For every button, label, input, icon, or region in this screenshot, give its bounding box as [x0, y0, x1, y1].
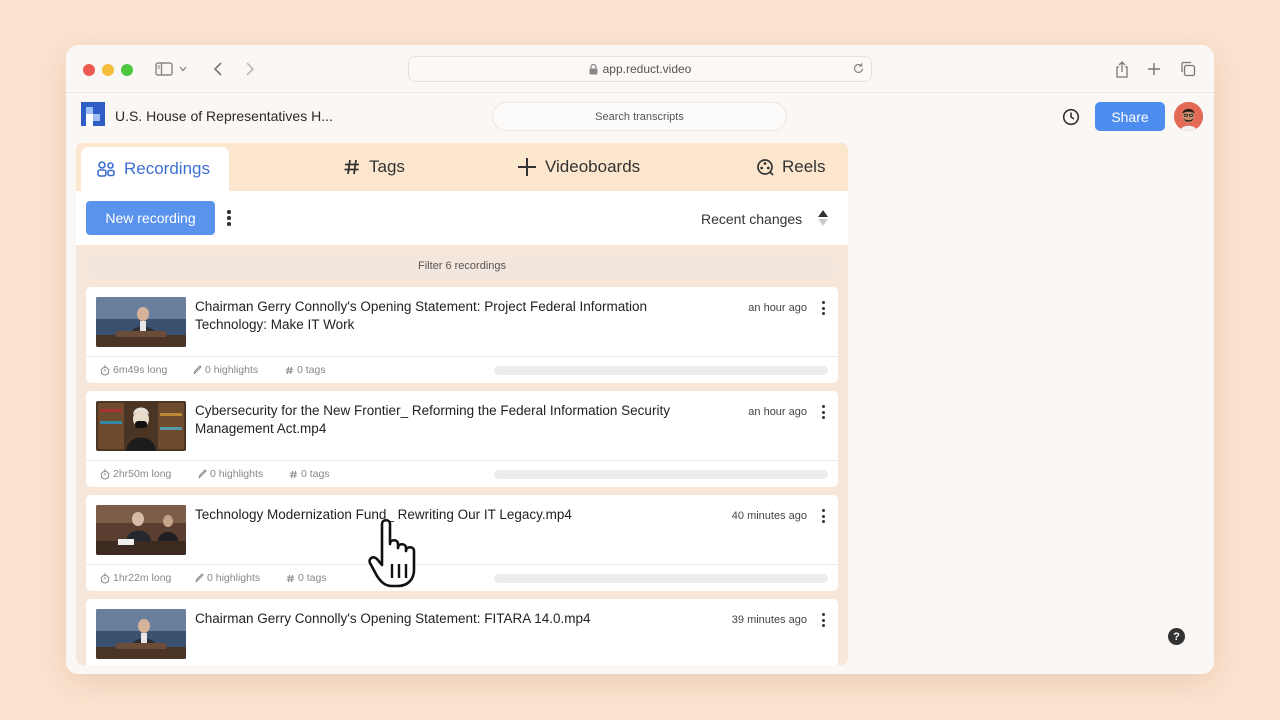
highlights-text: 0 highlights: [205, 364, 259, 376]
duration-meta: 6m49s long: [100, 364, 167, 376]
minimize-window-button[interactable]: [102, 64, 114, 76]
sort-label[interactable]: Recent changes: [701, 211, 802, 227]
tab-label: Videoboards: [545, 157, 641, 176]
recording-more-icon[interactable]: [818, 508, 828, 524]
tab-videoboards[interactable]: Videoboards: [517, 143, 640, 191]
filter-input[interactable]: Filter 6 recordings: [86, 252, 838, 280]
timer-icon: [100, 365, 110, 376]
tags-text: 0 tags: [301, 468, 330, 480]
share-page-icon[interactable]: [1110, 58, 1134, 80]
recording-title[interactable]: Chairman Gerry Connolly's Opening Statem…: [195, 298, 715, 334]
tags-meta: 0 tags: [289, 468, 330, 480]
url-text: app.reduct.video: [602, 62, 692, 76]
close-window-button[interactable]: [83, 64, 95, 76]
highlighter-icon: [194, 573, 204, 583]
people-icon: [96, 160, 116, 178]
back-arrow-icon[interactable]: [206, 58, 230, 80]
tab-reels[interactable]: Reels: [756, 143, 825, 191]
highlights-text: 0 highlights: [207, 572, 261, 584]
recording-more-icon[interactable]: [818, 612, 828, 628]
address-bar[interactable]: app.reduct.video: [408, 56, 872, 82]
tab-label: Recordings: [124, 159, 210, 178]
tags-text: 0 tags: [298, 572, 327, 584]
recording-card[interactable]: Chairman Gerry Connolly's Opening Statem…: [86, 599, 838, 665]
app-header: U.S. House of Representatives H... Searc…: [66, 93, 1214, 139]
reload-icon[interactable]: [852, 62, 865, 75]
highlights-meta: 0 highlights: [194, 572, 260, 584]
lock-icon: [589, 63, 598, 75]
duration-meta: 2hr50m long: [100, 468, 171, 480]
recording-time: an hour ago: [748, 406, 807, 418]
more-options-icon[interactable]: [222, 208, 236, 228]
recording-card[interactable]: Chairman Gerry Connolly's Opening Statem…: [86, 287, 838, 383]
recording-more-icon[interactable]: [818, 300, 828, 316]
recording-thumbnail[interactable]: [96, 297, 186, 347]
highlights-meta: 0 highlights: [192, 364, 258, 376]
sort-arrows-icon[interactable]: [817, 208, 829, 228]
hand-cursor-icon: [368, 518, 434, 590]
search-transcripts-input[interactable]: Search transcripts: [492, 102, 787, 131]
recording-time: an hour ago: [748, 302, 807, 314]
recording-thumbnail[interactable]: [96, 609, 186, 659]
recording-thumbnail[interactable]: [96, 505, 186, 555]
recording-card[interactable]: Technology Modernization Fund_ Rewriting…: [86, 495, 838, 591]
highlighter-icon: [197, 469, 207, 479]
recording-title[interactable]: Chairman Gerry Connolly's Opening Statem…: [195, 610, 715, 628]
browser-window: app.reduct.video U.S. House of Represent…: [66, 45, 1214, 674]
divider: [86, 356, 838, 357]
recording-time: 40 minutes ago: [731, 510, 807, 522]
tab-label: Tags: [369, 157, 405, 176]
help-button[interactable]: ?: [1168, 628, 1185, 645]
clock-icon[interactable]: [1060, 106, 1082, 128]
reel-icon: [756, 158, 774, 176]
maximize-window-button[interactable]: [121, 64, 133, 76]
processing-progress-bar: [494, 574, 828, 583]
avatar[interactable]: [1174, 102, 1203, 131]
recordings-panel: Recordings Tags Videoboards Reels New re…: [76, 143, 848, 665]
hash-icon: [343, 158, 361, 176]
new-tab-icon[interactable]: [1142, 58, 1166, 80]
highlights-text: 0 highlights: [210, 468, 264, 480]
processing-progress-bar: [494, 470, 828, 479]
divider: [86, 460, 838, 461]
hash-icon: [286, 574, 295, 583]
recording-card[interactable]: Cybersecurity for the New Frontier_ Refo…: [86, 391, 838, 487]
browser-toolbar: app.reduct.video: [66, 45, 1214, 93]
tab-recordings[interactable]: Recordings: [81, 147, 229, 191]
tab-bar: Recordings Tags Videoboards Reels: [76, 143, 848, 191]
highlights-meta: 0 highlights: [197, 468, 263, 480]
tab-tags[interactable]: Tags: [343, 143, 405, 191]
forward-arrow-icon[interactable]: [238, 58, 262, 80]
processing-progress-bar: [494, 366, 828, 375]
tab-label: Reels: [782, 157, 826, 176]
tab-overview-icon[interactable]: [1176, 58, 1200, 80]
project-title[interactable]: U.S. House of Representatives H...: [115, 108, 333, 124]
reduct-logo-icon[interactable]: [81, 102, 105, 126]
recordings-toolbar: New recording Recent changes: [76, 191, 848, 245]
tags-meta: 0 tags: [286, 572, 327, 584]
duration-text: 2hr50m long: [113, 468, 172, 480]
divider: [86, 564, 838, 565]
recording-title[interactable]: Technology Modernization Fund_ Rewriting…: [195, 506, 715, 524]
timer-icon: [100, 573, 110, 584]
recording-thumbnail[interactable]: [96, 401, 186, 451]
duration-text: 6m49s long: [113, 364, 168, 376]
duration-text: 1hr22m long: [113, 572, 172, 584]
hash-icon: [289, 470, 298, 479]
recording-title[interactable]: Cybersecurity for the New Frontier_ Refo…: [195, 402, 715, 438]
chevron-down-icon[interactable]: [176, 58, 190, 80]
tags-text: 0 tags: [297, 364, 326, 376]
hash-icon: [285, 366, 294, 375]
tags-meta: 0 tags: [285, 364, 326, 376]
duration-meta: 1hr22m long: [100, 572, 171, 584]
timer-icon: [100, 469, 110, 480]
plus-icon: [517, 157, 537, 177]
sidebar-toggle-icon[interactable]: [152, 58, 176, 80]
recording-more-icon[interactable]: [818, 404, 828, 420]
recording-time: 39 minutes ago: [731, 614, 807, 626]
highlighter-icon: [192, 365, 202, 375]
new-recording-button[interactable]: New recording: [86, 201, 215, 235]
share-button[interactable]: Share: [1095, 102, 1165, 131]
